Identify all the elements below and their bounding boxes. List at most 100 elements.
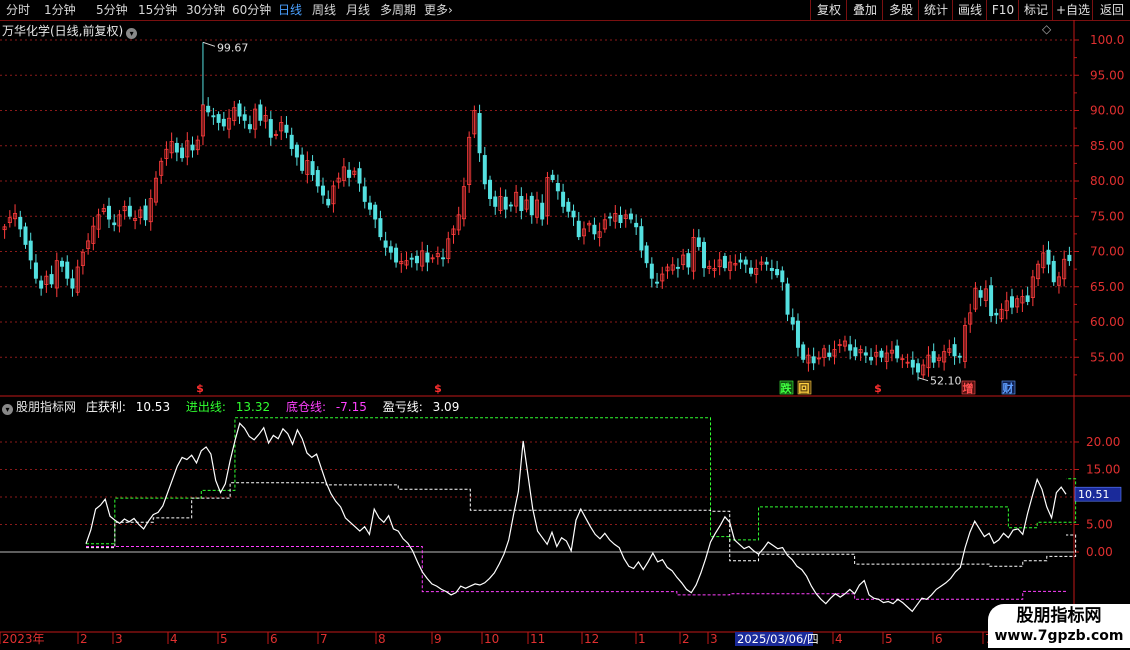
candle-body [18, 216, 23, 230]
candle-body [608, 216, 613, 219]
candle-body [540, 202, 545, 220]
dicang-line [86, 546, 1066, 600]
candle-body [394, 247, 399, 263]
x-axis-label: 2 [80, 632, 88, 646]
candle-body [628, 213, 633, 220]
candle-body [33, 262, 38, 279]
candle-body [639, 226, 644, 251]
candle-body [795, 320, 800, 348]
x-axis-label: 6 [270, 632, 278, 646]
candle-body [216, 114, 221, 123]
candle-body [910, 359, 915, 368]
candle-body [561, 191, 566, 207]
candle-body [378, 218, 383, 238]
candle-body [895, 345, 900, 359]
candle-body [571, 210, 576, 218]
candle-body [107, 205, 112, 220]
max-leader [202, 41, 216, 47]
price-tick-label: 100.0 [1090, 33, 1124, 47]
candle-body [174, 142, 179, 153]
candle-body [686, 253, 691, 268]
candle-body [503, 196, 508, 210]
x-axis-label: 11 [530, 632, 545, 646]
candle-body [127, 205, 132, 217]
candle-body [618, 214, 623, 223]
candle-body [39, 280, 44, 289]
price-tick-label: 95.00 [1090, 68, 1124, 82]
candle-body [801, 344, 806, 360]
candle-body [268, 119, 273, 138]
zhuang-profit-line [85, 422, 1067, 613]
x-axis-label: 2023年 [2, 632, 45, 646]
watermark-title: 股朋指标网 [1016, 606, 1102, 626]
event-marker: 回 [799, 381, 810, 395]
candle-body [347, 169, 352, 178]
candle-body [989, 285, 994, 317]
event-marker: $ [874, 382, 882, 395]
price-tick-label: 65.00 [1090, 280, 1124, 294]
candle-body [211, 115, 216, 118]
candle-body [550, 174, 555, 180]
candle-body [634, 222, 639, 228]
candle-body [769, 267, 774, 271]
x-axis-label: 10 [484, 632, 499, 646]
candle-body [785, 283, 790, 315]
price-tick-label: 75.00 [1090, 209, 1124, 223]
x-axis-label: 8 [378, 632, 386, 646]
candle-body [749, 267, 754, 274]
candle-body [300, 154, 305, 171]
event-marker: $ [434, 382, 442, 395]
candle-body [780, 270, 785, 283]
x-axis-label: 4 [170, 632, 178, 646]
candle-body [978, 290, 983, 298]
candle-body [566, 201, 571, 212]
event-marker: 跌 [781, 381, 793, 395]
candle-body [367, 202, 372, 210]
x-axis-label: 5 [885, 632, 893, 646]
price-tick-label: 70.00 [1090, 245, 1124, 259]
candle-body [644, 245, 649, 264]
price-tick-label: 85.00 [1090, 139, 1124, 153]
candle-body [373, 204, 378, 220]
candle-body [1046, 249, 1051, 265]
x-axis-label: 7 [320, 632, 328, 646]
candle-body [112, 222, 117, 226]
candle-body [994, 312, 999, 316]
x-axis-label: 2 [682, 632, 690, 646]
candle-body [221, 118, 226, 127]
event-marker: 增 [963, 381, 974, 395]
candle-body [555, 183, 560, 192]
candle-body [827, 352, 832, 357]
indicator-tick-label: 5.00 [1086, 518, 1113, 532]
current-value-label: 10.51 [1078, 488, 1110, 501]
chart-canvas[interactable]: 100.095.0090.0085.0080.0075.0070.0065.00… [0, 0, 1130, 650]
min-price-label: 52.10 [930, 375, 962, 388]
candle-body [289, 134, 294, 149]
candle-body [592, 224, 597, 235]
x-axis-label: 1 [638, 632, 646, 646]
candle-body [519, 196, 524, 212]
candle-body [655, 281, 660, 284]
candle-body [853, 347, 858, 357]
candle-body [722, 255, 727, 269]
candle-body [362, 186, 367, 202]
price-tick-label: 60.00 [1090, 315, 1124, 329]
candle-body [388, 246, 393, 253]
candle-body [477, 113, 482, 154]
candle-body [1067, 254, 1072, 262]
candle-body [310, 161, 315, 176]
candle-body [576, 220, 581, 238]
x-axis-label: 5 [220, 632, 228, 646]
candle-body [775, 268, 780, 276]
candle-body [743, 259, 748, 265]
candle-body [315, 170, 320, 187]
price-tick-label: 80.00 [1090, 174, 1124, 188]
candle-body [696, 237, 701, 247]
price-tick-label: 55.00 [1090, 350, 1124, 364]
candle-body [488, 179, 493, 200]
candle-body [383, 240, 388, 248]
x-axis-label: 6 [935, 632, 943, 646]
candle-body [493, 196, 498, 207]
candle-body [409, 257, 414, 260]
candle-body [811, 356, 816, 364]
